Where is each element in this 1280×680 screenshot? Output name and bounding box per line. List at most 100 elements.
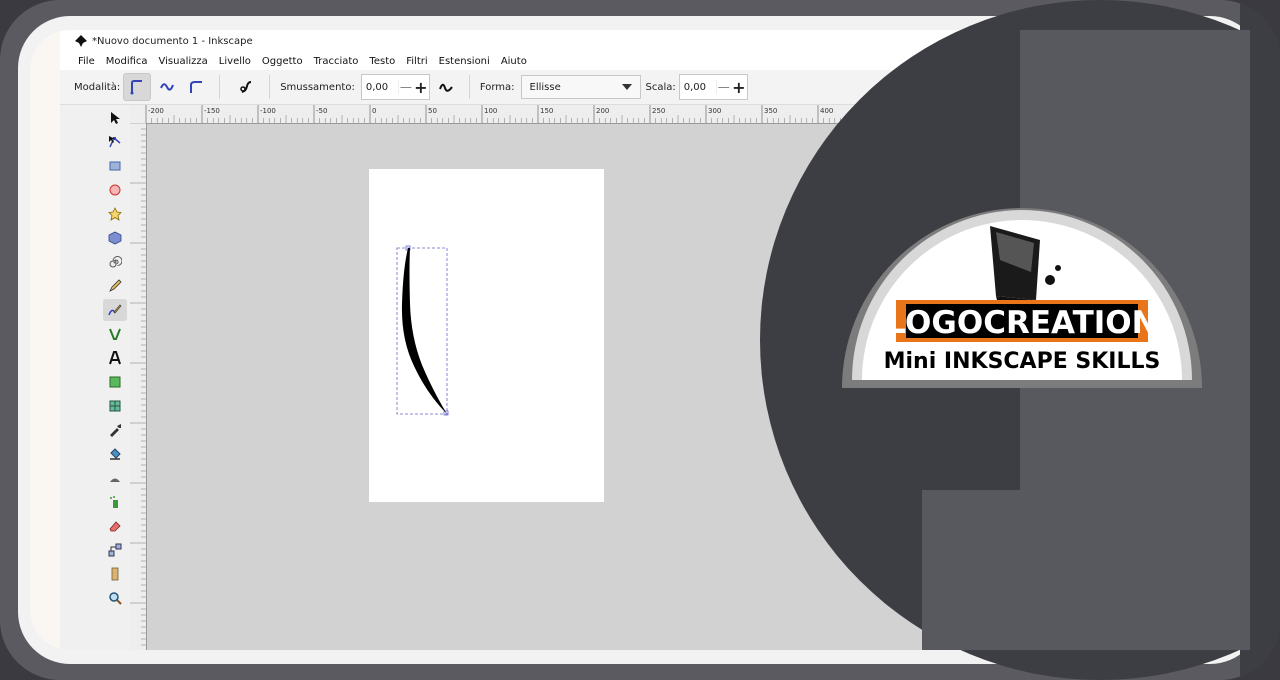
screen-area: *Nuovo documento 1 - Inkscape File Modif… bbox=[30, 30, 1250, 650]
scale-value[interactable]: 0,00 bbox=[680, 82, 716, 93]
pressure-pen-icon bbox=[240, 81, 252, 93]
eraser-icon bbox=[109, 521, 121, 532]
eyedropper-icon bbox=[110, 424, 121, 437]
ruler-label: 400 bbox=[820, 107, 833, 115]
scale-spinbox[interactable]: 0,00 — + bbox=[678, 74, 748, 100]
menu-filtri[interactable]: Filtri bbox=[406, 56, 427, 67]
selector-tool[interactable] bbox=[103, 107, 127, 129]
smoothing-value[interactable]: 0,00 bbox=[362, 82, 398, 93]
inkscape-window: *Nuovo documento 1 - Inkscape File Modif… bbox=[60, 30, 1050, 650]
rectangle-tool[interactable] bbox=[103, 155, 127, 177]
toolbar-separator bbox=[269, 75, 271, 99]
ruler-label: 150 bbox=[540, 107, 553, 115]
document-page[interactable] bbox=[369, 169, 604, 502]
calligraphy-pen-icon bbox=[108, 304, 122, 316]
ruler-label: 500 bbox=[932, 107, 945, 115]
scale-increment-button[interactable]: + bbox=[731, 78, 747, 97]
drawing-canvas[interactable] bbox=[147, 124, 1050, 650]
menu-oggetto[interactable]: Oggetto bbox=[262, 56, 303, 67]
spiro-mode-icon bbox=[160, 83, 175, 91]
calligraphy-tool[interactable] bbox=[103, 299, 127, 321]
text-tool[interactable] bbox=[103, 347, 127, 369]
path-effect-button[interactable] bbox=[433, 74, 459, 100]
chevron-down-icon bbox=[621, 84, 632, 90]
smoothing-spinbox[interactable]: 0,00 — + bbox=[360, 74, 430, 100]
inkscape-logo-icon bbox=[75, 35, 87, 47]
star-tool[interactable] bbox=[103, 203, 127, 225]
window-title: *Nuovo documento 1 - Inkscape bbox=[92, 35, 253, 47]
toolbox bbox=[100, 105, 130, 650]
gradient-icon bbox=[109, 376, 121, 388]
scale-label: Scala: bbox=[645, 81, 676, 93]
connector-tool[interactable] bbox=[103, 539, 127, 561]
paint-bucket-icon bbox=[110, 448, 121, 460]
3d-box-tool[interactable] bbox=[103, 227, 127, 249]
horizontal-ruler[interactable]: -200 -150 -100 -50 0 50 100 150 200 250 300 350 400 4… bbox=[130, 105, 1050, 124]
arrow-cursor-icon bbox=[111, 112, 120, 124]
spiral-icon bbox=[109, 256, 122, 268]
zoom-tool[interactable] bbox=[103, 587, 127, 609]
connector-icon bbox=[108, 543, 122, 557]
toolbar-separator bbox=[468, 75, 470, 99]
spiro-mode-button[interactable] bbox=[154, 74, 180, 100]
gradient-tool[interactable] bbox=[103, 371, 127, 393]
ruler-label: 550 bbox=[988, 107, 1001, 115]
smoothing-increment-button[interactable]: + bbox=[413, 78, 429, 97]
ruler-label: 100 bbox=[484, 107, 497, 115]
eraser-tool[interactable] bbox=[103, 515, 127, 537]
pencil-tool[interactable] bbox=[103, 275, 127, 297]
rectangle-icon bbox=[109, 161, 121, 171]
paint-bucket-tool[interactable] bbox=[103, 443, 127, 465]
ruler-label: 350 bbox=[764, 107, 777, 115]
ruler-label: -150 bbox=[204, 107, 220, 115]
path-effect-icon bbox=[438, 83, 453, 92]
mesh-icon bbox=[109, 400, 121, 412]
tweak-icon bbox=[110, 478, 120, 482]
ellipse-tool[interactable] bbox=[103, 179, 127, 201]
spray-icon bbox=[110, 496, 118, 508]
mode-label: Modalità: bbox=[74, 81, 121, 93]
brush-icon bbox=[109, 328, 121, 340]
smoothing-decrement-button[interactable]: — bbox=[397, 80, 413, 94]
spiral-tool[interactable] bbox=[103, 251, 127, 273]
ruler-label: -100 bbox=[260, 107, 276, 115]
menu-aiuto[interactable]: Aiuto bbox=[501, 56, 527, 67]
dropper-tool[interactable] bbox=[103, 419, 127, 441]
menu-estensioni[interactable]: Estensioni bbox=[439, 56, 490, 67]
spray-tool[interactable] bbox=[103, 491, 127, 513]
shape-dropdown[interactable]: Ellisse bbox=[520, 75, 641, 99]
tweak-tool[interactable] bbox=[103, 467, 127, 489]
scale-decrement-button[interactable]: — bbox=[715, 80, 731, 94]
menu-modifica[interactable]: Modifica bbox=[106, 56, 148, 67]
magnifier-icon bbox=[109, 592, 122, 605]
page-drawing bbox=[396, 245, 449, 416]
shape-selected-value: Ellisse bbox=[529, 81, 561, 93]
bspline-mode-button[interactable] bbox=[183, 74, 209, 100]
toolbar-separator bbox=[219, 75, 221, 99]
ruler-label: -50 bbox=[316, 107, 327, 115]
measure-tool[interactable] bbox=[103, 563, 127, 585]
menu-visualizza[interactable]: Visualizza bbox=[159, 56, 208, 67]
regular-bezier-mode-button[interactable] bbox=[123, 73, 152, 101]
ruler-label: 0 bbox=[372, 107, 376, 115]
calligraphy-stroke[interactable] bbox=[401, 248, 447, 414]
tool-controls-bar: Modalità: Smussamento: 0,00 — + Forma: E… bbox=[60, 70, 1050, 105]
vertical-ruler[interactable] bbox=[130, 123, 147, 650]
text-a-icon bbox=[109, 351, 121, 365]
menu-tracciato[interactable]: Tracciato bbox=[314, 56, 359, 67]
menu-livello[interactable]: Livello bbox=[219, 56, 251, 67]
ruler-label: 600 bbox=[1044, 107, 1050, 115]
menu-file[interactable]: File bbox=[78, 56, 95, 67]
node-tool[interactable] bbox=[103, 131, 127, 153]
menu-testo[interactable]: Testo bbox=[369, 56, 395, 67]
shape-label: Forma: bbox=[479, 81, 515, 93]
cube-icon bbox=[108, 231, 122, 245]
circle-icon bbox=[109, 184, 121, 196]
star-icon bbox=[108, 207, 122, 221]
mesh-tool[interactable] bbox=[103, 395, 127, 417]
ruler-label: -200 bbox=[148, 107, 164, 115]
ruler-icon bbox=[111, 567, 119, 581]
ruler-label: 50 bbox=[428, 107, 437, 115]
pressure-button[interactable] bbox=[233, 74, 259, 100]
brush-tool[interactable] bbox=[103, 323, 127, 345]
